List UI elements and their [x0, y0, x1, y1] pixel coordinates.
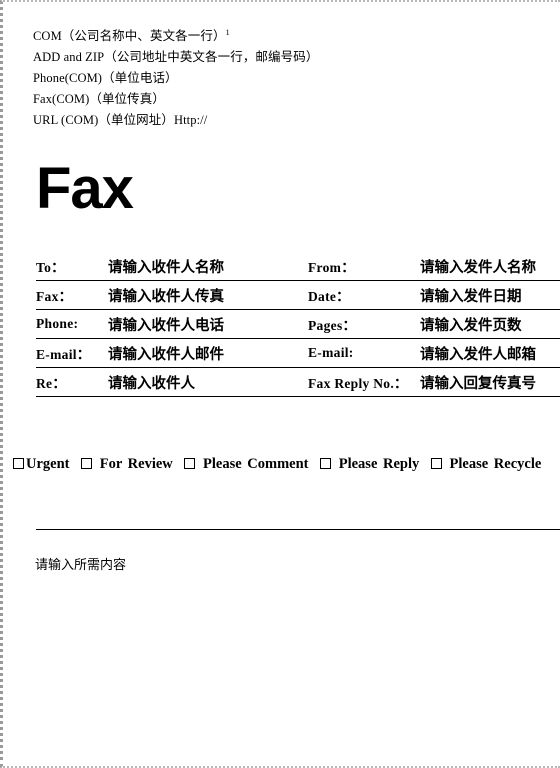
field-label-fax: Fax： — [36, 280, 108, 310]
checkbox-icon[interactable] — [320, 458, 332, 469]
letterhead-line-fax: Fax(COM)（单位传真） — [33, 92, 165, 106]
field-label-fax-reply-no: Fax Reply No.： — [308, 367, 420, 397]
fax-info-table: To： 请输入收件人名称 From： 请输入发件人名称 Fax： 请输入收件人传… — [36, 252, 560, 397]
footnote-marker: 1 — [225, 27, 230, 37]
field-label-to: To： — [36, 252, 108, 281]
field-label-pages: Pages： — [308, 309, 420, 339]
checkbox-label-please-reply: Please Reply — [338, 456, 420, 472]
checkbox-icon[interactable] — [430, 458, 442, 469]
checkbox-icon[interactable] — [81, 458, 93, 469]
checkbox-item-urgent[interactable]: Urgent — [13, 456, 70, 472]
field-value-phone[interactable]: 请输入收件人电话 — [108, 309, 308, 339]
field-value-email-to[interactable]: 请输入收件人邮件 — [108, 338, 308, 368]
checkbox-item-please-reply[interactable]: Please Reply — [320, 456, 419, 472]
field-label-re: Re： — [36, 367, 108, 397]
checkbox-item-please-recycle[interactable]: Please Recycle — [430, 456, 542, 472]
checkbox-label-for-review: For Review — [99, 456, 173, 472]
field-value-pages[interactable]: 请输入发件页数 — [420, 309, 560, 339]
letterhead-line-url: URL (COM)（单位网址）Http:// — [33, 113, 208, 127]
field-label-date: Date： — [308, 280, 420, 310]
letterhead-line-phone: Phone(COM)（单位电话） — [33, 71, 178, 85]
checkbox-label-please-comment: Please Comment — [203, 456, 309, 472]
field-label-phone: Phone: — [36, 309, 108, 339]
table-row: Fax： 请输入收件人传真 Date： 请输入发件日期 — [36, 280, 560, 310]
checkbox-options-row: Urgent For Review Please Comment Please … — [13, 452, 560, 476]
letterhead-line-company: COM（公司名称中、英文各一行）1 — [33, 26, 553, 47]
field-value-re[interactable]: 请输入收件人 — [108, 367, 308, 397]
checkbox-icon[interactable] — [184, 458, 196, 469]
field-value-fax-reply-no[interactable]: 请输入回复传真号 — [420, 367, 560, 397]
letterhead-line-company-text: COM（公司名称中、英文各一行） — [33, 29, 226, 43]
checkbox-icon[interactable] — [13, 458, 24, 469]
checkbox-item-please-comment[interactable]: Please Comment — [184, 456, 308, 472]
field-label-email-from: E-mail: — [308, 338, 420, 368]
table-row: Re： 请输入收件人 Fax Reply No.： 请输入回复传真号 — [36, 367, 560, 397]
checkbox-item-for-review[interactable]: For Review — [81, 456, 173, 472]
letterhead-block: COM（公司名称中、英文各一行）1 ADD and ZIP（公司地址中英文各一行… — [33, 26, 553, 131]
field-label-email-to: E-mail： — [36, 338, 108, 368]
checkbox-label-please-recycle: Please Recycle — [449, 456, 542, 472]
field-value-fax[interactable]: 请输入收件人传真 — [108, 280, 308, 310]
field-value-from[interactable]: 请输入发件人名称 — [420, 252, 560, 281]
field-value-email-from[interactable]: 请输入发件人邮箱 — [420, 338, 560, 368]
table-row: To： 请输入收件人名称 From： 请输入发件人名称 — [36, 252, 560, 281]
field-label-from: From： — [308, 252, 420, 281]
field-value-date[interactable]: 请输入发件日期 — [420, 280, 560, 310]
page-title: Fax — [36, 156, 134, 221]
letterhead-line-address: ADD and ZIP（公司地址中英文各一行，邮编号码） — [33, 50, 319, 64]
table-row: Phone: 请输入收件人电话 Pages： 请输入发件页数 — [36, 309, 560, 339]
field-value-to[interactable]: 请输入收件人名称 — [108, 252, 308, 281]
document-page: COM（公司名称中、英文各一行）1 ADD and ZIP（公司地址中英文各一行… — [0, 0, 560, 768]
table-row: E-mail： 请输入收件人邮件 E-mail: 请输入发件人邮箱 — [36, 338, 560, 368]
horizontal-divider — [36, 529, 560, 530]
body-content-placeholder[interactable]: 请输入所需内容 — [35, 556, 535, 576]
checkbox-label-urgent: Urgent — [26, 456, 70, 472]
